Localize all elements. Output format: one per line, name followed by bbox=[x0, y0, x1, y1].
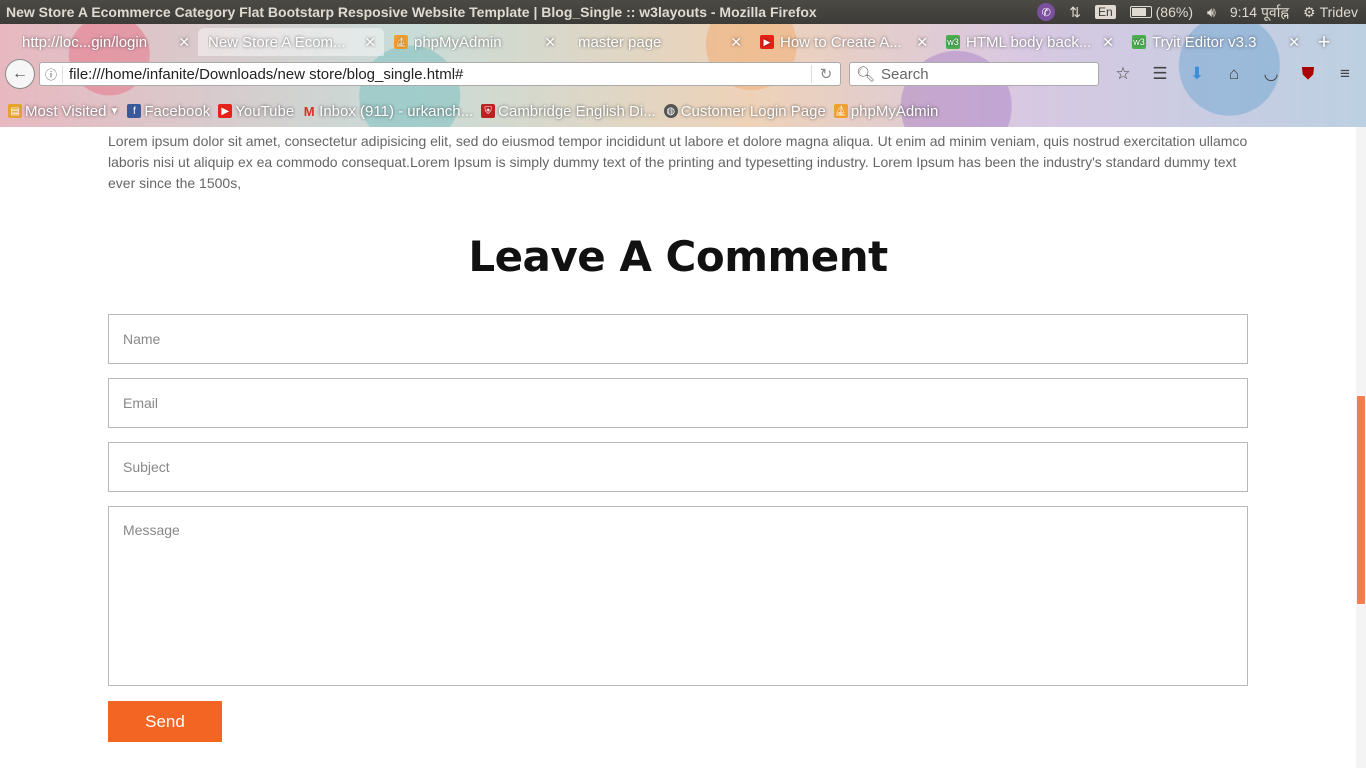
search-bar[interactable]: 🔍︎ Search bbox=[849, 62, 1099, 86]
scrollbar-thumb[interactable] bbox=[1357, 396, 1365, 604]
tab-phpmyadmin[interactable]: ⛵︎ phpMyAdmin ✕ bbox=[384, 28, 564, 56]
close-icon[interactable]: ✕ bbox=[916, 34, 928, 51]
close-icon[interactable]: ✕ bbox=[1102, 34, 1114, 51]
navigation-bar: ← ⓘ file:///home/infanite/Downloads/new … bbox=[0, 58, 1366, 90]
bookmark-cambridge[interactable]: ⛨ Cambridge English Di... bbox=[481, 103, 656, 120]
back-button[interactable]: ← bbox=[5, 59, 35, 89]
user-name: Tridev bbox=[1319, 4, 1358, 20]
message-textarea[interactable] bbox=[108, 506, 1248, 686]
subject-input[interactable] bbox=[108, 442, 1248, 492]
bookmark-label: Inbox (911) - urkanch... bbox=[319, 102, 474, 120]
tab-label: New Store A Ecom... bbox=[208, 33, 346, 51]
tab-localhost-login[interactable]: http://loc...gin/login ✕ bbox=[0, 28, 198, 56]
download-icon[interactable]: ⬇ bbox=[1187, 64, 1207, 84]
bookmark-phpmyadmin[interactable]: ⛵︎ phpMyAdmin bbox=[833, 102, 939, 120]
gear-icon: ⚙ bbox=[1303, 3, 1316, 20]
toolbar-icons: ☆ ☰ ⬇ ⌂ ◡ ⛊ ≡ bbox=[1113, 64, 1355, 84]
tab-html-body-back[interactable]: w3 HTML body back... ✕ bbox=[936, 28, 1122, 56]
youtube-icon: ▶ bbox=[760, 35, 774, 49]
bookmark-label: Cambridge English Di... bbox=[498, 102, 656, 120]
tab-master-page[interactable]: master page ✕ bbox=[564, 28, 750, 56]
viber-icon[interactable]: ✆ bbox=[1037, 3, 1056, 21]
tab-strip: http://loc...gin/login ✕ New Store A Eco… bbox=[0, 24, 1366, 56]
tab-new-store[interactable]: New Store A Ecom... ✕ bbox=[198, 28, 384, 56]
web-page: Lorem ipsum dolor sit amet, consectetur … bbox=[0, 127, 1356, 768]
tab-label: How to Create A... bbox=[780, 33, 902, 51]
close-icon[interactable]: ✕ bbox=[544, 34, 556, 51]
bookmark-star-icon[interactable]: ☆ bbox=[1113, 64, 1133, 84]
user-menu[interactable]: ⚙ Tridev bbox=[1303, 4, 1358, 21]
close-icon[interactable]: ✕ bbox=[730, 34, 742, 51]
tab-label: master page bbox=[578, 33, 662, 51]
network-icon[interactable]: ⇅ bbox=[1069, 4, 1081, 21]
bookmark-label: YouTube bbox=[235, 102, 295, 120]
bookmarks-toolbar: ▤ Most Visited ▼ f Facebook ▶ YouTube M … bbox=[0, 98, 1366, 124]
bookmark-label: phpMyAdmin bbox=[850, 102, 939, 120]
reload-icon[interactable]: ↻ bbox=[811, 65, 840, 83]
close-icon[interactable]: ✕ bbox=[1288, 34, 1300, 51]
tab-label: HTML body back... bbox=[966, 33, 1092, 51]
bookmark-label: Facebook bbox=[144, 102, 211, 120]
bookmark-label: Customer Login Page bbox=[680, 102, 826, 120]
clock[interactable]: 9:14 पूर्वाह्न bbox=[1230, 3, 1289, 22]
system-title-bar: New Store A Ecommerce Category Flat Boot… bbox=[0, 0, 1366, 24]
globe-icon: ◍ bbox=[663, 104, 678, 118]
leave-comment-heading: Leave A Comment bbox=[468, 232, 888, 281]
chevron-down-icon: ▼ bbox=[109, 105, 120, 117]
window-title: New Store A Ecommerce Category Flat Boot… bbox=[6, 4, 817, 20]
phpmyadmin-icon: ⛵︎ bbox=[833, 104, 848, 118]
battery-indicator[interactable]: (86%) bbox=[1129, 4, 1193, 20]
system-tray: ✆ ⇅ En (86%) 🔊︎ 9:14 पूर्वाह्न ⚙ Tridev bbox=[1037, 3, 1366, 22]
tab-tryit-editor[interactable]: w3 Tryit Editor v3.3 ✕ bbox=[1122, 28, 1308, 56]
info-icon[interactable]: ⓘ bbox=[40, 65, 63, 83]
name-input[interactable] bbox=[108, 314, 1248, 364]
keyboard-language-indicator[interactable]: En bbox=[1094, 5, 1116, 19]
battery-icon bbox=[1129, 6, 1152, 18]
send-button[interactable]: Send bbox=[108, 701, 222, 742]
bookmark-most-visited[interactable]: ▤ Most Visited ▼ bbox=[8, 103, 119, 120]
search-placeholder: Search bbox=[881, 65, 929, 83]
bookmark-gmail-inbox[interactable]: M Inbox (911) - urkanch... bbox=[302, 103, 473, 120]
browser-chrome: http://loc...gin/login ✕ New Store A Eco… bbox=[0, 24, 1366, 128]
cambridge-icon: ⛨ bbox=[481, 104, 496, 118]
tab-label: http://loc...gin/login bbox=[22, 33, 148, 51]
tab-label: Tryit Editor v3.3 bbox=[1152, 33, 1257, 51]
home-icon[interactable]: ⌂ bbox=[1224, 64, 1244, 84]
battery-percent: (86%) bbox=[1155, 4, 1193, 20]
tab-how-to-create[interactable]: ▶ How to Create A... ✕ bbox=[750, 28, 936, 56]
url-text[interactable]: file:///home/infanite/Downloads/new stor… bbox=[63, 66, 811, 83]
volume-icon[interactable]: 🔊︎ bbox=[1207, 4, 1216, 21]
tab-label: phpMyAdmin bbox=[414, 33, 502, 51]
close-icon[interactable]: ✕ bbox=[364, 34, 376, 51]
w3schools-icon: w3 bbox=[946, 35, 960, 49]
phpmyadmin-icon: ⛵︎ bbox=[394, 35, 408, 49]
bookmark-label: Most Visited bbox=[25, 102, 107, 120]
bookmark-youtube[interactable]: ▶ YouTube bbox=[218, 103, 294, 120]
youtube-icon: ▶ bbox=[218, 104, 233, 118]
facebook-icon: f bbox=[127, 104, 142, 118]
reader-view-icon[interactable]: ☰ bbox=[1150, 64, 1170, 84]
search-icon: 🔍︎ bbox=[856, 66, 876, 83]
back-arrow-icon: ← bbox=[12, 65, 28, 82]
close-icon[interactable]: ✕ bbox=[178, 34, 190, 51]
ublock-icon[interactable]: ⛊ bbox=[1298, 64, 1318, 84]
page-scrollbar[interactable] bbox=[1356, 127, 1366, 768]
new-tab-button[interactable]: + bbox=[1308, 28, 1340, 56]
bookmark-customer-login[interactable]: ◍ Customer Login Page bbox=[663, 102, 826, 120]
url-bar[interactable]: ⓘ file:///home/infanite/Downloads/new st… bbox=[39, 62, 841, 86]
email-input[interactable] bbox=[108, 378, 1248, 428]
folder-icon: ▤ bbox=[8, 104, 22, 118]
bookmark-facebook[interactable]: f Facebook bbox=[127, 103, 210, 120]
pocket-icon[interactable]: ◡ bbox=[1261, 64, 1281, 84]
menu-icon[interactable]: ≡ bbox=[1335, 64, 1355, 84]
gmail-icon: M bbox=[303, 103, 315, 119]
w3schools-icon: w3 bbox=[1132, 35, 1146, 49]
blog-paragraph: Lorem ipsum dolor sit amet, consectetur … bbox=[108, 133, 1248, 191]
